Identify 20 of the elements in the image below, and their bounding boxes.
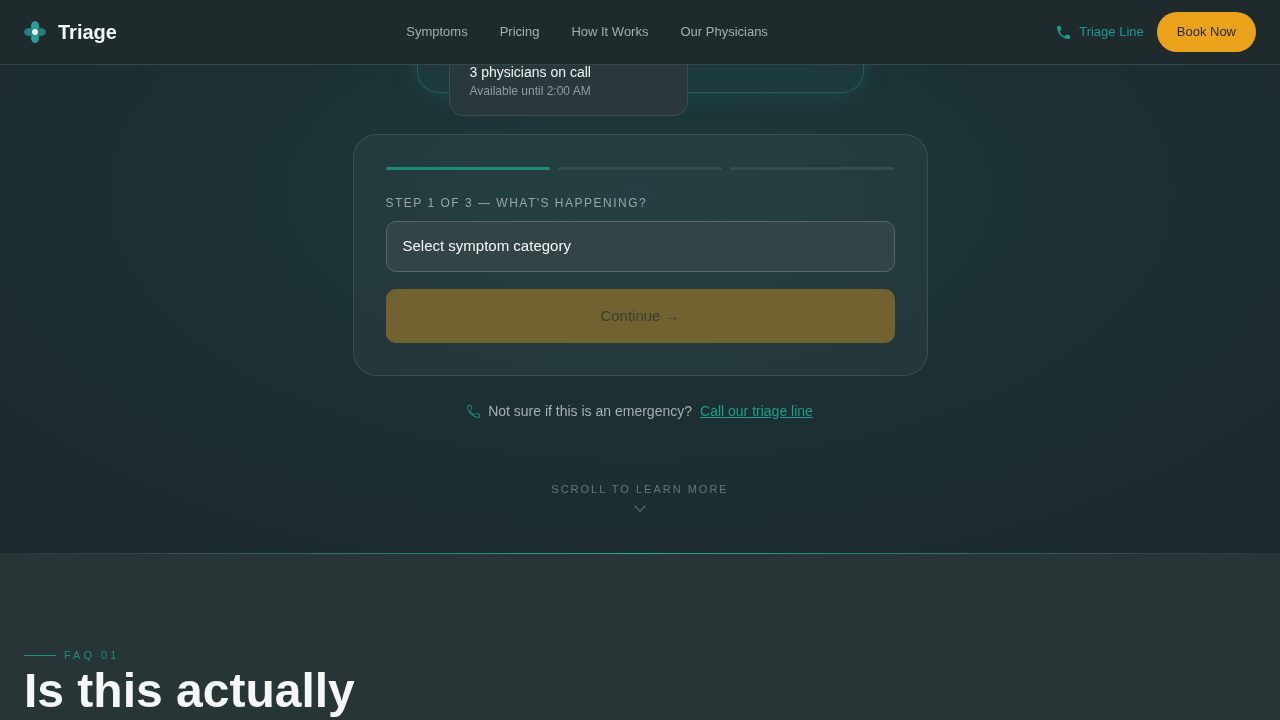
emergency-question: Not sure if this is an emergency? xyxy=(488,402,692,420)
availability-subtitle: Available until 2:00 AM xyxy=(469,84,592,98)
nav-link[interactable]: Our Physicians xyxy=(680,24,768,40)
symptom-select[interactable]: Select symptom category xyxy=(385,221,895,272)
phone-icon xyxy=(1057,25,1071,39)
phone-icon xyxy=(467,404,481,418)
logo-icon xyxy=(24,21,46,43)
nav-link[interactable]: Symptoms xyxy=(406,24,468,40)
step-label: STEP 1 OF 3 — WHAT'S HAPPENING? xyxy=(385,195,649,212)
nav-link[interactable]: How It Works xyxy=(571,24,649,40)
brand-name: Triage xyxy=(58,20,117,44)
faq-heading: Is this actually xyxy=(24,664,355,718)
triage-line-link[interactable]: Call our triage line xyxy=(700,402,813,420)
triage-line-link[interactable]: Triage Line xyxy=(1057,24,1144,40)
book-now-button[interactable]: Book Now xyxy=(1156,12,1256,52)
availability-title: 3 physicians on call xyxy=(469,65,592,79)
chevron-down-icon xyxy=(634,505,646,512)
scroll-hint: SCROLL TO LEARN MORE xyxy=(551,483,729,495)
nav-link[interactable]: Pricing xyxy=(499,24,540,40)
faq-eyebrow: FAQ 01 xyxy=(64,648,120,662)
